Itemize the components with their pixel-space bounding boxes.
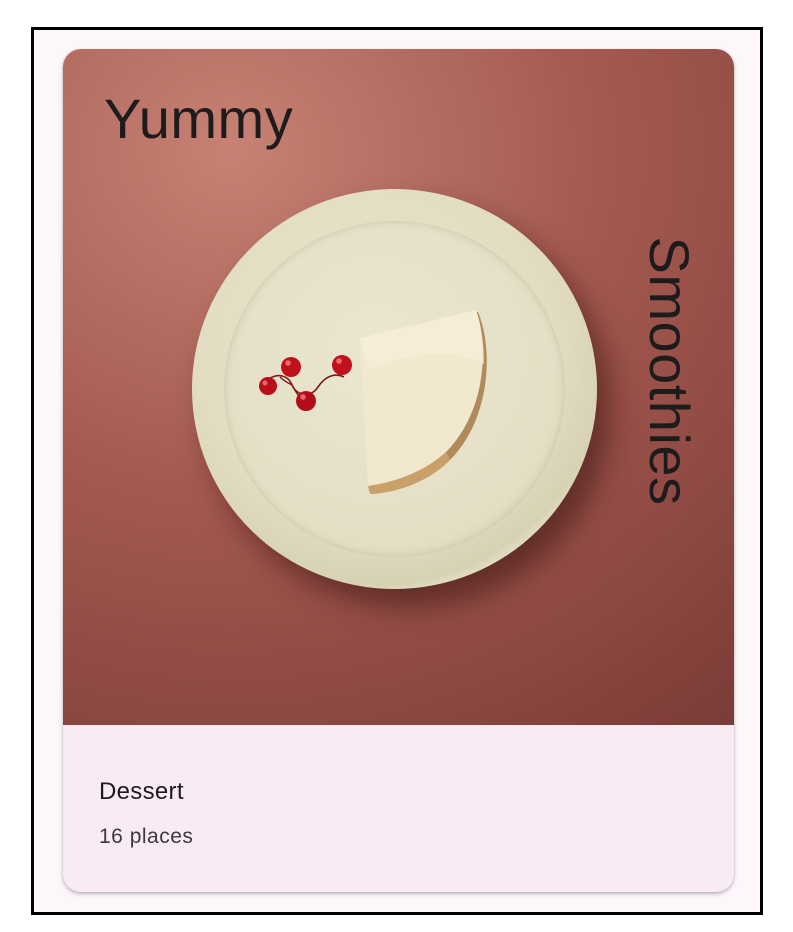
screen-frame: Yummy Smoothies Dessert 16 places bbox=[31, 27, 763, 915]
red-currants-image bbox=[259, 355, 352, 411]
card-info: Dessert 16 places bbox=[63, 725, 734, 892]
plate-image bbox=[192, 189, 597, 589]
cheesecake-slice-image bbox=[360, 310, 487, 494]
card-subhead: 16 places bbox=[99, 825, 194, 848]
dessert-card[interactable]: Yummy Smoothies Dessert 16 places bbox=[63, 49, 734, 892]
image-title-side: Smoothies bbox=[638, 236, 701, 506]
card-headline: Dessert bbox=[99, 778, 184, 805]
image-title-top: Yummy bbox=[104, 87, 294, 150]
card-image: Yummy Smoothies bbox=[63, 49, 734, 725]
